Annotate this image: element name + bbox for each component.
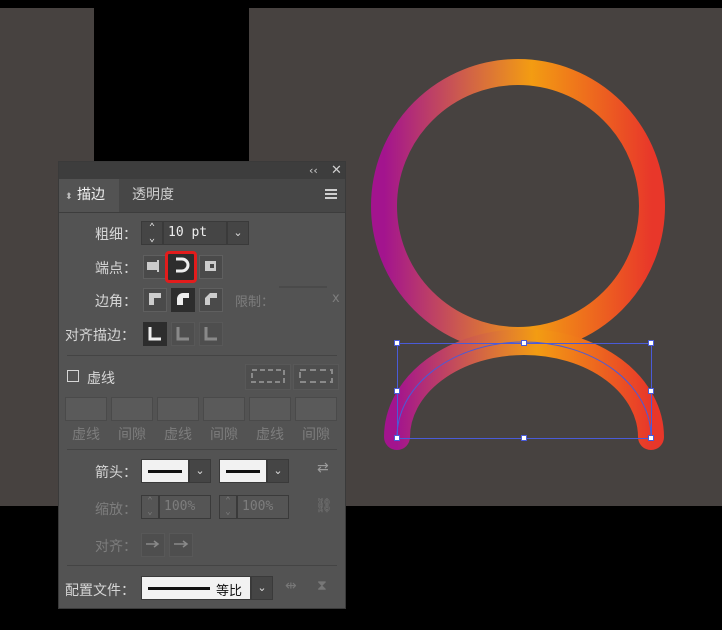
- gap-field-label: 间隙: [118, 427, 146, 443]
- projecting-cap-icon: [205, 261, 216, 271]
- link-scale-icon[interactable]: ⛓: [315, 498, 333, 514]
- scale-start-input[interactable]: 100%: [159, 495, 211, 519]
- bevel-join-button[interactable]: [199, 288, 223, 312]
- dash-align-corners-button[interactable]: [293, 364, 339, 390]
- align-center-icon: [148, 327, 161, 341]
- scale-end-stepper[interactable]: ⌃ ⌄: [219, 495, 237, 519]
- divider: [67, 355, 337, 356]
- dash-field-2[interactable]: [157, 397, 199, 421]
- round-cap-icon: [176, 257, 190, 273]
- scale-end-input[interactable]: 100%: [237, 495, 289, 519]
- divider: [67, 449, 337, 450]
- round-join-button[interactable]: [171, 288, 195, 312]
- panel-tabs: ⬍ 描边 透明度: [59, 179, 345, 213]
- arrow-align-label: 对齐：: [95, 539, 137, 555]
- butt-cap-icon: [147, 260, 159, 272]
- align-stroke-label: 对齐描边：: [65, 328, 135, 344]
- tab-transparency[interactable]: 透明度: [119, 179, 187, 212]
- miter-join-icon: [149, 293, 161, 305]
- dashed-checkbox[interactable]: [67, 370, 79, 382]
- ring-shape[interactable]: [371, 59, 665, 353]
- tab-stroke[interactable]: ⬍ 描边: [59, 179, 119, 212]
- gap-field-label: 间隙: [302, 427, 330, 443]
- weight-stepper[interactable]: ⌃ ⌄: [141, 221, 163, 245]
- align-outside-icon: [204, 327, 217, 341]
- scale-label: 缩放：: [95, 502, 137, 518]
- weight-input[interactable]: 10 pt: [163, 221, 227, 245]
- arrow-place-icon: [174, 540, 189, 548]
- dash-field-label: 虚线: [164, 427, 192, 443]
- profile-value: 等比: [216, 584, 243, 599]
- align-inside-icon: [176, 327, 189, 341]
- arrow-extend-button[interactable]: [141, 533, 165, 557]
- dash-field-3[interactable]: [249, 397, 291, 421]
- arrow-extend-icon: [146, 540, 160, 548]
- gap-field-label: 间隙: [210, 427, 238, 443]
- sort-arrows-icon: ⬍: [65, 192, 73, 202]
- weight-dropdown-button[interactable]: ⌄: [227, 221, 249, 245]
- scale-start-stepper[interactable]: ⌃ ⌄: [141, 495, 159, 519]
- arrowheads-label: 箭头：: [95, 465, 137, 481]
- gap-field-3[interactable]: [295, 397, 337, 421]
- dash-field-label: 虚线: [72, 427, 100, 443]
- start-arrowhead-dropdown[interactable]: [141, 459, 189, 483]
- gap-field-2[interactable]: [203, 397, 245, 421]
- start-arrowhead-arrow[interactable]: ⌄: [189, 459, 211, 483]
- dash-preserve-icon: [251, 369, 285, 383]
- panel-titlebar[interactable]: ‹‹ ✕: [59, 162, 345, 179]
- divider: [67, 565, 337, 566]
- dash-align-corners-icon: [299, 369, 333, 383]
- miter-join-button[interactable]: [143, 288, 167, 312]
- tab-transparency-label: 透明度: [132, 187, 174, 203]
- panel-menu-icon[interactable]: [325, 189, 337, 199]
- gap-field-1[interactable]: [111, 397, 153, 421]
- corner-label: 边角：: [95, 294, 137, 310]
- arc-shape[interactable]: [384, 329, 664, 450]
- dash-field-label: 虚线: [256, 427, 284, 443]
- flip-horizontal-icon[interactable]: ⇹: [285, 578, 297, 594]
- end-arrowhead-arrow[interactable]: ⌄: [267, 459, 289, 483]
- round-join-icon: [177, 293, 189, 305]
- bevel-join-icon: [205, 293, 217, 305]
- stroke-panel: ‹‹ ✕ ⬍ 描边 透明度 粗细： ⌃ ⌄ 10 pt ⌄ 端点： 边角： 限制：…: [58, 161, 346, 609]
- align-inside-button[interactable]: [171, 322, 195, 346]
- limit-unit: x: [332, 291, 340, 306]
- tab-stroke-label: 描边: [77, 187, 105, 203]
- flip-vertical-icon[interactable]: ⧗: [317, 578, 327, 594]
- dash-preserve-button[interactable]: [245, 364, 291, 390]
- align-outside-button[interactable]: [199, 322, 223, 346]
- profile-label: 配置文件：: [65, 583, 135, 599]
- limit-input[interactable]: [279, 286, 327, 288]
- collapse-icon[interactable]: ‹‹: [309, 162, 318, 179]
- swap-arrowheads-icon[interactable]: ⇄: [317, 460, 329, 476]
- dash-field-1[interactable]: [65, 397, 107, 421]
- align-center-button[interactable]: [143, 322, 167, 346]
- limit-label: 限制：: [235, 295, 275, 310]
- profile-dropdown-arrow[interactable]: ⌄: [251, 576, 273, 600]
- projecting-cap-button[interactable]: [199, 255, 223, 279]
- arrow-place-button[interactable]: [169, 533, 193, 557]
- close-icon[interactable]: ✕: [331, 162, 342, 179]
- profile-dropdown[interactable]: 等比: [141, 576, 251, 600]
- cap-label: 端点：: [95, 261, 137, 277]
- end-arrowhead-dropdown[interactable]: [219, 459, 267, 483]
- round-cap-button[interactable]: [165, 251, 197, 283]
- dashed-label: 虚线: [87, 371, 115, 387]
- weight-label: 粗细：: [95, 227, 137, 243]
- butt-cap-button[interactable]: [143, 255, 167, 279]
